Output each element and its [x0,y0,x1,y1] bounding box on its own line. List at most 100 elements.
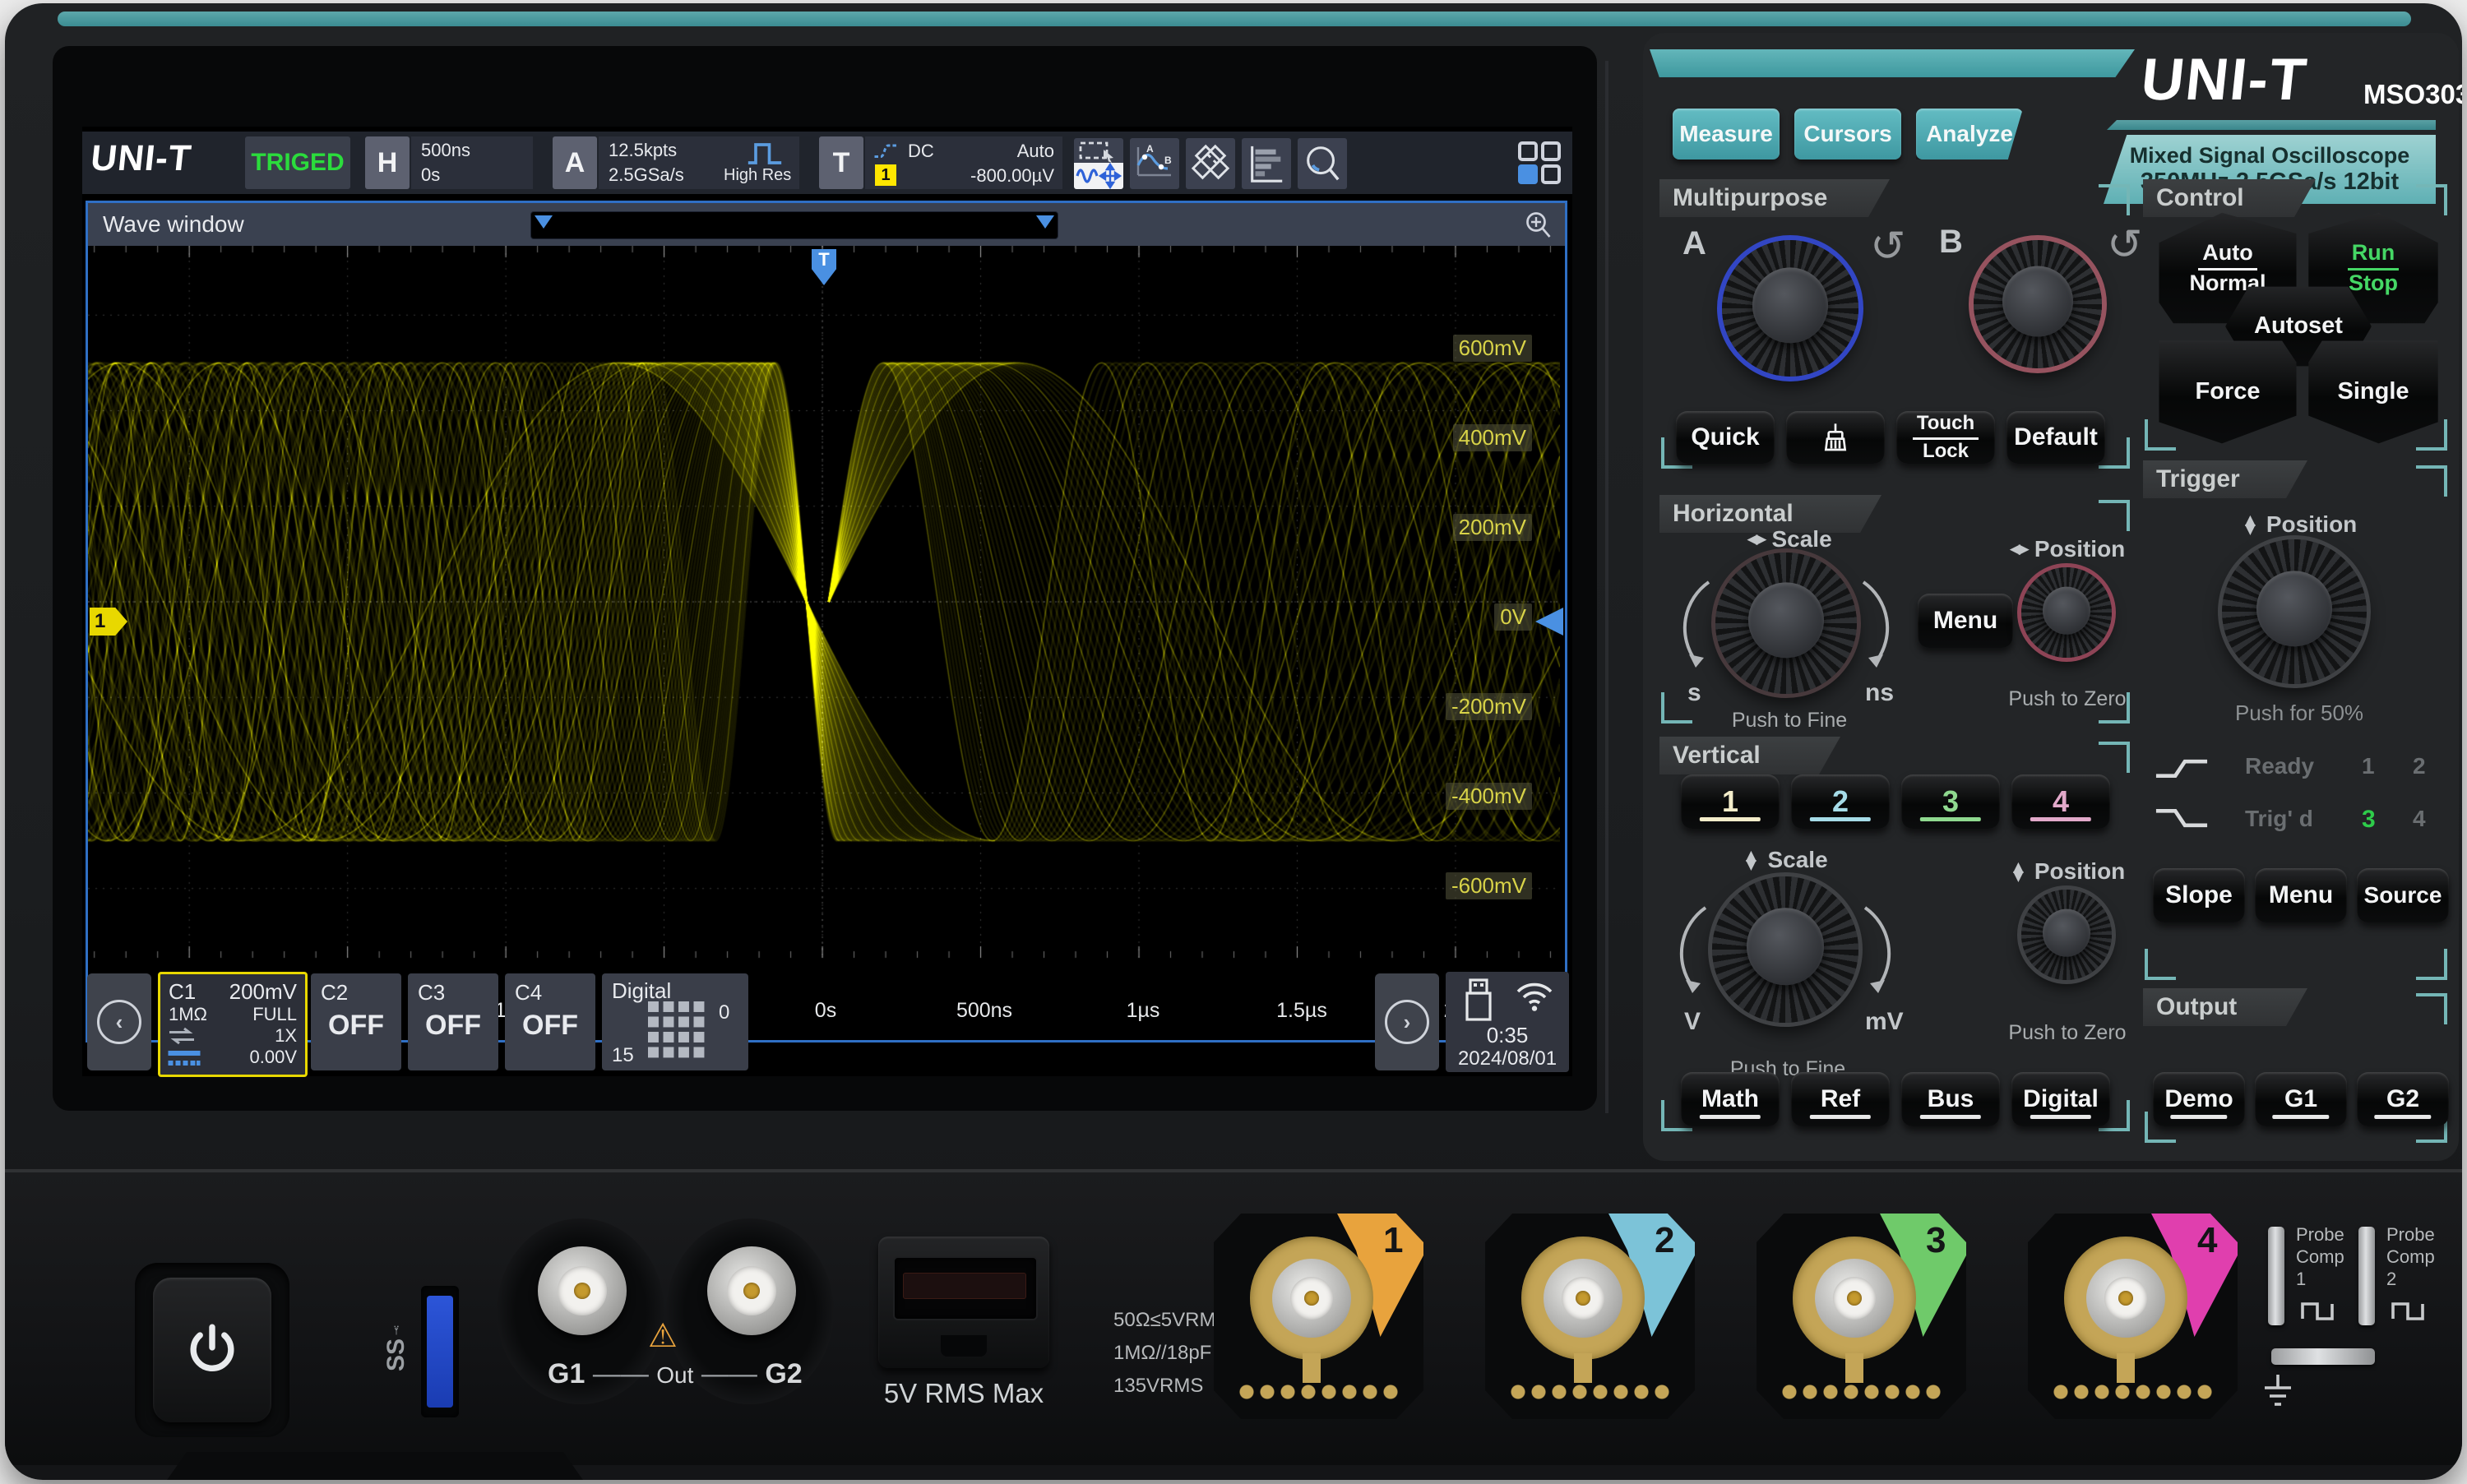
horizontal-scale-knob[interactable] [1715,552,1857,694]
multipurpose-knob-b[interactable] [1974,240,2102,368]
source-button[interactable]: Source [2357,868,2449,922]
digital-button[interactable]: Digital [2011,1072,2110,1126]
logic-probe-port[interactable] [878,1237,1049,1368]
search-tool[interactable] [1298,138,1347,189]
ch4-bnc[interactable] [2028,1214,2238,1419]
ccw-arc-icon [1679,906,1707,993]
waveform-plot[interactable] [88,246,1560,1035]
usb-trident-icon [394,1325,399,1335]
corner-bracket [2416,184,2447,215]
wave-window-header[interactable]: Wave window [88,203,1565,246]
c1-scale: 200mV [229,979,297,1004]
measure-button[interactable]: Measure [1673,109,1780,159]
horizontal-position-knob[interactable] [2021,567,2112,658]
window-zoom-icon[interactable] [1524,210,1553,239]
ch1-bnc[interactable] [1214,1214,1423,1419]
c2-state: OFF [328,1010,384,1041]
knob-a-label: A [1682,225,1706,261]
acquire-readout[interactable]: 12.5kpts 2.5GSa/s High Res [599,136,799,189]
system-status-box[interactable]: 0:35 2024/08/01 [1446,972,1569,1072]
probe-comp-2-terminal[interactable] [2358,1227,2375,1325]
ch2-bnc[interactable] [1485,1214,1695,1419]
g2-button[interactable]: G2 [2357,1072,2449,1126]
probe-comp-1-terminal[interactable] [2268,1227,2284,1325]
g1-button[interactable]: G1 [2255,1072,2347,1126]
vertical-position-knob[interactable] [2021,890,2112,980]
demo-button[interactable]: Demo [2153,1072,2245,1126]
channel-bar-next-button[interactable]: › [1375,973,1439,1070]
histogram-tool[interactable] [1242,138,1291,189]
select-zone-tool[interactable] [1074,138,1123,163]
c1-offset: 0.00V [249,1047,298,1067]
digital-box[interactable]: Digital 0 15 [602,973,748,1070]
multipurpose-knob-a[interactable] [1722,240,1858,377]
wave-scrollbar[interactable] [530,211,1058,239]
cursors-button[interactable]: Cursors [1794,109,1901,159]
ground-terminal[interactable] [2271,1348,2375,1365]
channel4-box[interactable]: C4 OFF [505,973,595,1070]
rating-line-3: 135VRMS [1113,1375,1204,1397]
clear-button[interactable] [1786,411,1885,464]
vertical-scale-knob[interactable] [1712,876,1858,1023]
display-layout-button[interactable] [1516,140,1562,186]
trigger-level-value: -800.00µV [970,165,1054,186]
touch-lock-button[interactable]: Touch Lock [1896,411,1995,464]
channel3-button[interactable]: 3 [1901,774,2000,829]
scrollbar-left-marker-icon[interactable] [535,215,553,229]
analyze-button[interactable]: Analyze [1916,109,2023,159]
indicator-2: 2 [2413,753,2426,779]
trigger-menu-key[interactable]: T [819,136,863,189]
waveform-move-tool[interactable] [1074,162,1123,190]
indicator-1: 1 [2362,753,2375,779]
histogram-icon [1251,146,1283,183]
corner-bracket [2416,949,2447,980]
channel2-button[interactable]: 2 [1791,774,1890,829]
channel1-button[interactable]: 1 [1681,774,1780,829]
channel4-button[interactable]: 4 [2011,774,2110,829]
measure-rulers-tool[interactable] [1186,138,1235,189]
channel3-box[interactable]: C3 OFF [408,973,498,1070]
power-button[interactable] [153,1278,271,1422]
horizontal-menu-key[interactable]: H [365,136,410,189]
horizontal-readout[interactable]: 500ns 0s [411,136,533,189]
crossed-rulers-icon [1191,144,1230,180]
horizontal-menu-button[interactable]: Menu [1918,594,2013,648]
indicator-4: 4 [2413,806,2426,831]
gen-out-caption: G1 —— Out —— G2 [548,1358,803,1389]
scrollbar-right-marker-icon[interactable] [1036,215,1054,229]
ab-curve-icon: AB [1136,143,1172,177]
waveform-style-icon [168,1051,201,1066]
default-button[interactable]: Default [2006,411,2105,464]
rising-edge-icon [2155,759,2208,779]
g1-bnc-connector[interactable] [538,1246,627,1335]
channel1-box[interactable]: C1 200mV 1MΩ FULL 1X 0.00V [158,972,308,1077]
rating-line-2: 1MΩ//18pF [1113,1342,1212,1364]
slope-button[interactable]: Slope [2153,868,2245,922]
bus-button[interactable]: Bus [1901,1072,2000,1126]
usb-port[interactable] [421,1286,459,1417]
channel2-box[interactable]: C2 OFF [311,973,401,1070]
ch3-bnc[interactable] [1757,1214,1966,1419]
g2-bnc-connector[interactable] [707,1246,796,1335]
wave-window[interactable]: Wave window T 1 600mV 400mV 200mV 0V -20… [86,201,1567,1042]
ref-button[interactable]: Ref [1791,1072,1890,1126]
c3-state: OFF [425,1010,481,1041]
pulse-icon [748,143,782,164]
math-button[interactable]: Math [1681,1072,1780,1126]
trigger-level-knob[interactable] [2222,539,2367,684]
quick-button[interactable]: Quick [1676,411,1775,464]
auto-label: Auto [2198,240,2257,270]
trigger-readout[interactable]: DC Auto 1 -800.00µV [865,136,1062,189]
trigger-menu-button[interactable]: Menu [2255,868,2347,922]
trigger-level-marker-icon[interactable] [1535,608,1563,636]
ab-waveform-tool[interactable]: AB [1130,138,1179,189]
channel-bar-prev-button[interactable]: ‹ [87,973,151,1070]
acquire-menu-key[interactable]: A [553,136,597,189]
corner-bracket [2099,742,2130,773]
nanoseconds-label: ns [1865,679,1895,706]
panel-accent-stripe-2 [2107,120,2436,130]
digital-last-channel: 15 [612,1044,634,1066]
touch-display[interactable]: UNI-T TRIGED H 500ns 0s A 12.5kpts 2.5GS… [82,127,1572,1077]
h-push-zero-caption: Push to Zero [2008,687,2127,710]
stand-foot [161,1452,589,1480]
